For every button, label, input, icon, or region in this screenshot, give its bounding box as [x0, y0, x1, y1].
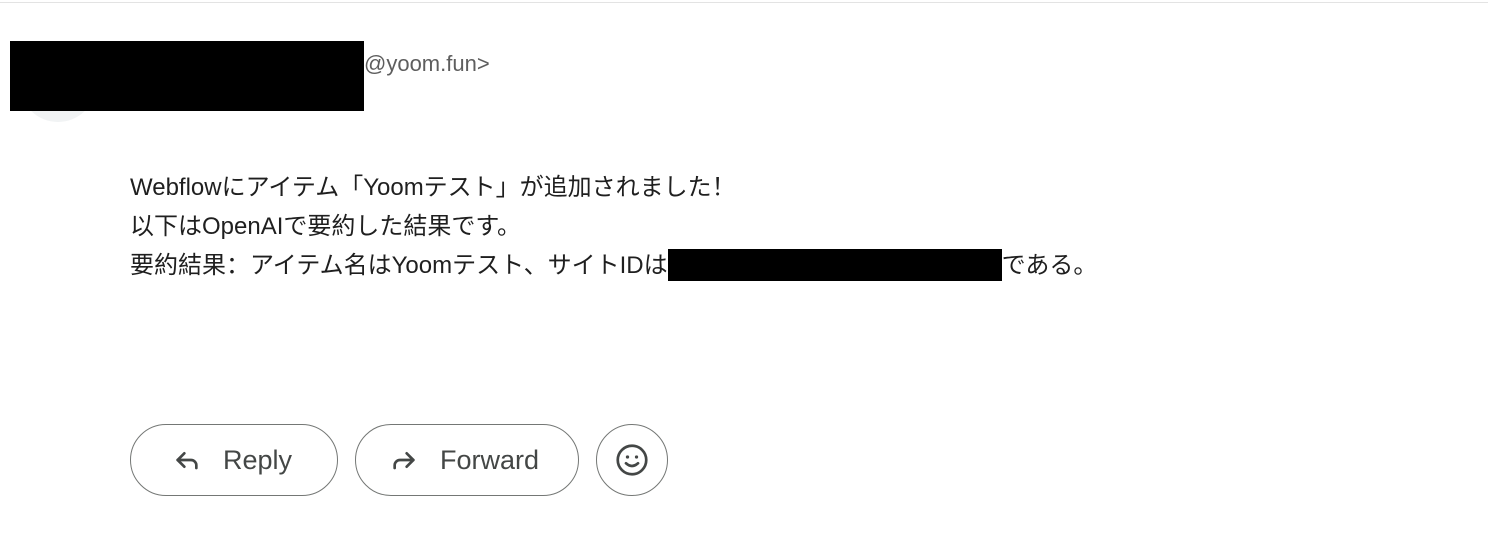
redacted-sender-name	[10, 41, 364, 111]
reply-button[interactable]: Reply	[130, 424, 338, 496]
reply-label: Reply	[223, 444, 293, 475]
reply-arrow-icon	[169, 442, 205, 478]
email-view: @yoom.fun> Webflowにアイテム「Yoomテスト」が追加されました…	[0, 0, 1488, 550]
summary-prefix: 要約結果：アイテム名はYoomテスト、サイトIDは	[130, 252, 668, 279]
forward-label: Forward	[440, 444, 540, 475]
redacted-site-id	[667, 249, 1002, 281]
sender-email-domain: @yoom.fun>	[364, 51, 490, 76]
message-actions: Reply Forward	[130, 424, 668, 496]
forward-arrow-icon	[386, 442, 422, 478]
message-line-2: 以下はOpenAIで要約した結果です。	[130, 213, 521, 240]
message-line-1: Webflowにアイテム「Yoomテスト」が追加されました！	[130, 174, 736, 201]
forward-button[interactable]: Forward	[355, 424, 579, 496]
message-body: Webflowにアイテム「Yoomテスト」が追加されました！ 以下はOpenAI…	[130, 168, 1097, 285]
message-line-3: 要約結果：アイテム名はYoomテスト、サイトIDは である。	[130, 246, 1097, 285]
emoji-reaction-button[interactable]	[596, 424, 668, 496]
smiley-emoji-icon	[614, 442, 650, 478]
top-divider	[0, 2, 1488, 3]
summary-suffix: である。	[1001, 252, 1098, 279]
